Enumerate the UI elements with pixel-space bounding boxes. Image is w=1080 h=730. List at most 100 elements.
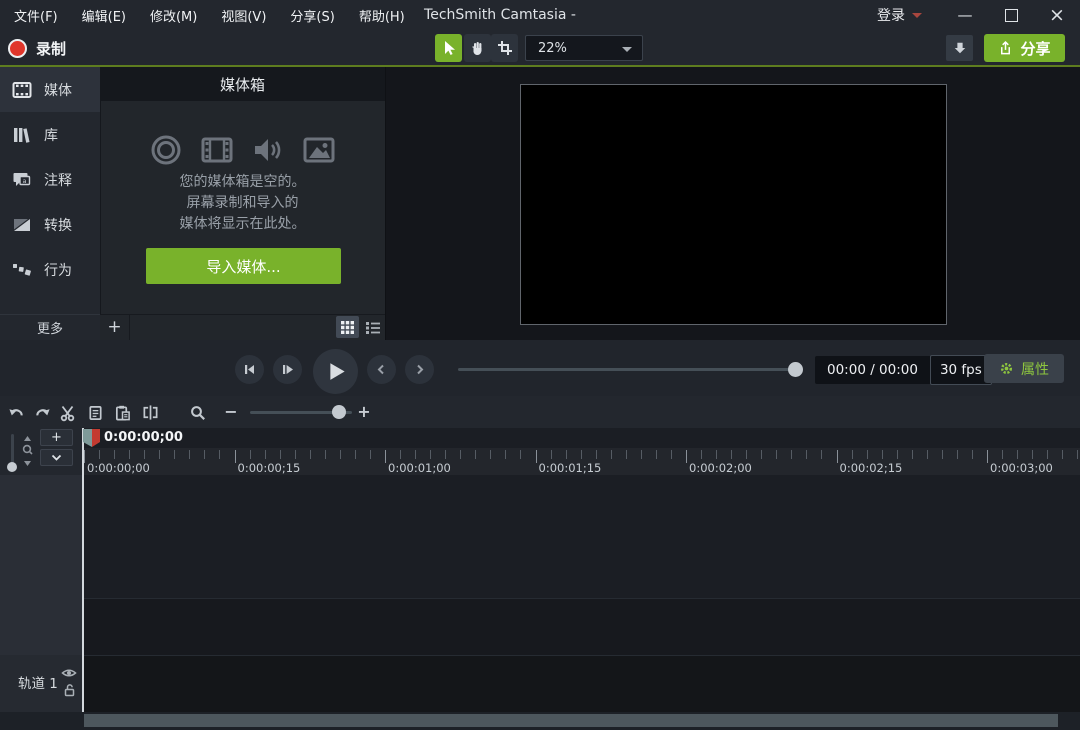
ruler-tick	[174, 450, 175, 459]
preview-stage[interactable]	[520, 84, 947, 325]
chevron-down-icon	[51, 454, 62, 461]
cursor-icon	[441, 40, 457, 56]
sidebar-more-button[interactable]: 更多	[0, 314, 100, 340]
minimize-button[interactable]: —	[942, 0, 988, 30]
ruler-tick	[490, 450, 491, 459]
track1-lane[interactable]	[82, 655, 1080, 712]
redo-button[interactable]	[31, 402, 53, 423]
ruler-tick	[791, 450, 792, 459]
cut-button[interactable]	[57, 402, 79, 423]
image-icon	[302, 133, 336, 167]
close-button[interactable]: ×	[1034, 0, 1080, 30]
canvas-zoom-dropdown[interactable]: 22%	[525, 35, 643, 61]
copy-button[interactable]	[84, 402, 106, 423]
scrubber-thumb[interactable]	[788, 362, 803, 377]
next-clip-button[interactable]	[405, 355, 434, 384]
playhead-strip[interactable]	[82, 428, 1080, 448]
playhead-line[interactable]	[82, 428, 84, 712]
time-display-group: 00:00 / 00:00 30 fps	[815, 356, 992, 384]
timeline-empty-lane[interactable]	[82, 598, 1080, 655]
play-button[interactable]	[313, 349, 358, 394]
crop-tool-button[interactable]	[491, 34, 518, 62]
track-gutter	[0, 475, 82, 655]
menu-item-4[interactable]: 分享(S)	[290, 6, 334, 25]
svg-text:a: a	[23, 177, 27, 185]
track-visibility-toggle[interactable]	[61, 667, 77, 679]
timeline-zoom-slider-thumb[interactable]	[332, 405, 346, 419]
menu-item-3[interactable]: 视图(V)	[221, 6, 266, 25]
zoom-value: 22%	[538, 41, 567, 56]
ruler-tick	[430, 450, 431, 459]
sidebar-item-transitions[interactable]: 转换	[0, 202, 100, 247]
timeline-zoom-in-button[interactable]: +	[356, 402, 372, 421]
play-icon	[328, 362, 347, 381]
hand-icon	[470, 40, 486, 56]
menu-item-2[interactable]: 修改(M)	[150, 6, 197, 25]
sidebar-item-label: 媒体	[44, 80, 72, 100]
ruler-label: 0:00:02;15	[840, 461, 903, 475]
ruler-tick	[235, 450, 236, 463]
previous-clip-button[interactable]	[367, 355, 396, 384]
ruler-tick	[972, 450, 973, 459]
scrubber-track[interactable]	[458, 368, 802, 371]
maximize-button[interactable]	[988, 0, 1034, 30]
empty-text-line: 媒体将显示在此处。	[100, 214, 385, 235]
timeline-ruler[interactable]: 0:00:00;000:00:00;150:00:01;000:00:01;15…	[82, 448, 1080, 475]
empty-text-line: 屏幕录制和导入的	[100, 193, 385, 214]
timeline-empty-lane[interactable]	[82, 475, 1080, 598]
ruler-tick	[99, 450, 100, 459]
track-options-button[interactable]	[40, 449, 73, 466]
grid-view-button[interactable]	[336, 316, 359, 338]
import-media-button[interactable]: 导入媒体...	[146, 248, 341, 284]
ruler-tick	[581, 450, 582, 459]
vertical-zoom-icon	[21, 436, 34, 466]
timeline-zoom-out-button[interactable]: −	[223, 402, 239, 421]
split-button[interactable]	[139, 402, 161, 423]
media-type-icons	[100, 133, 385, 167]
export-download-button[interactable]	[946, 35, 973, 61]
track1-name[interactable]: 轨道 1	[18, 672, 58, 692]
copy-icon	[87, 404, 104, 422]
video-film-icon	[200, 133, 234, 167]
track-lock-toggle[interactable]	[63, 683, 76, 697]
ruler-tick	[340, 450, 341, 459]
film-strip-icon	[12, 81, 32, 99]
ruler-tick	[957, 450, 958, 459]
pan-tool-button[interactable]	[464, 34, 491, 62]
sidebar-item-behaviors[interactable]: 行为	[0, 247, 100, 292]
menu-item-5[interactable]: 帮助(H)	[359, 6, 405, 25]
redo-icon	[34, 404, 51, 421]
list-view-button[interactable]	[361, 316, 384, 338]
sidebar-item-library[interactable]: 库	[0, 112, 100, 157]
ruler-tick	[310, 450, 311, 459]
properties-button[interactable]: 属性	[984, 354, 1064, 383]
ruler-tick	[1077, 450, 1078, 459]
sidebar-item-media[interactable]: 媒体	[0, 67, 100, 112]
sidebar-item-annotations[interactable]: a注释	[0, 157, 100, 202]
record-button[interactable]: 录制	[8, 34, 66, 62]
login-button[interactable]: 登录	[877, 0, 922, 30]
timeline-zoom-button[interactable]	[187, 402, 209, 423]
eye-icon	[61, 667, 77, 679]
share-icon	[998, 40, 1013, 56]
paste-button[interactable]	[111, 402, 133, 423]
fps-display[interactable]: 30 fps	[930, 355, 992, 385]
menu-item-0[interactable]: 文件(F)	[14, 6, 58, 25]
track-height-slider-thumb[interactable]	[7, 462, 17, 472]
add-media-button[interactable]: +	[100, 314, 130, 340]
share-button[interactable]: 分享	[984, 34, 1065, 62]
jump-to-start-button[interactable]	[235, 355, 264, 384]
ruler-tick	[355, 450, 356, 459]
ruler-tick	[942, 450, 943, 459]
ruler-tick	[987, 450, 988, 463]
step-forward-button[interactable]	[273, 355, 302, 384]
undo-button[interactable]	[5, 402, 27, 423]
add-track-button[interactable]: +	[40, 429, 73, 446]
chevron-down-icon	[622, 47, 632, 52]
select-tool-button[interactable]	[435, 34, 462, 62]
menu-item-1[interactable]: 编辑(E)	[82, 6, 126, 25]
ruler-tick	[927, 450, 928, 459]
ruler-tick	[1032, 450, 1033, 459]
timeline-scrollbar-thumb[interactable]	[84, 714, 1058, 727]
ruler-tick	[475, 450, 476, 459]
